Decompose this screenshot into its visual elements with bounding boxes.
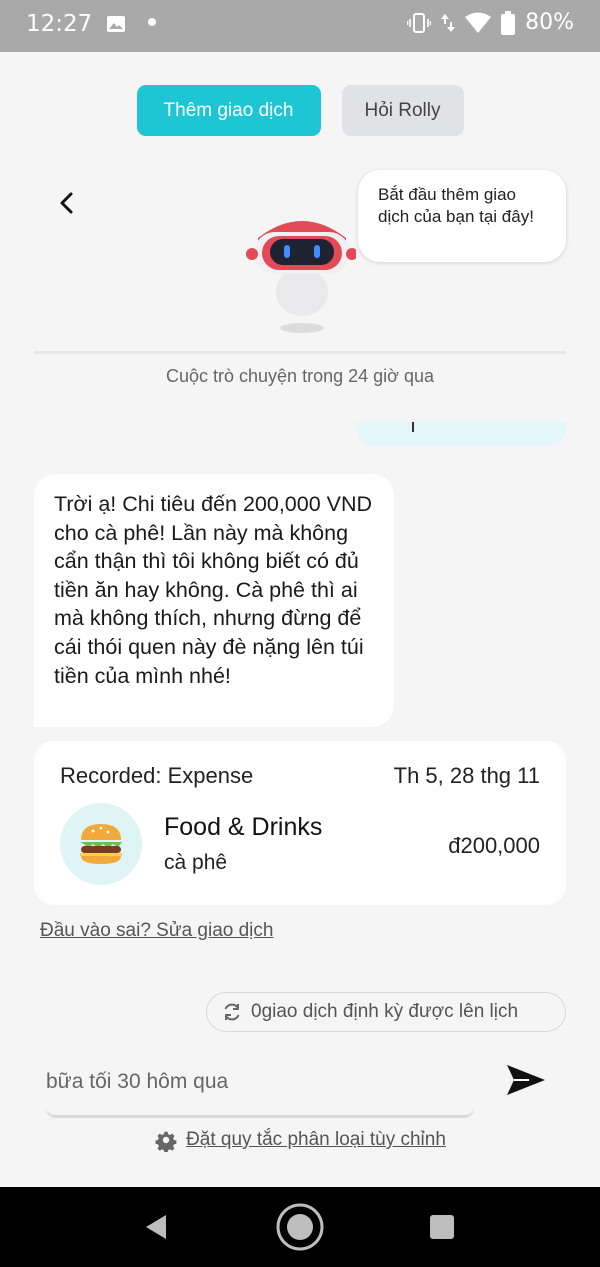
gallery-icon: [107, 16, 125, 32]
history-label: Cuộc trò chuyện trong 24 giờ qua: [166, 366, 434, 386]
category-icon-circle: [60, 803, 142, 885]
category-name: Food & Drinks: [164, 813, 323, 841]
notification-dot: [148, 18, 156, 26]
tab-ask-rolly[interactable]: Hỏi Rolly: [341, 85, 464, 136]
back-triangle-icon[interactable]: [142, 1213, 170, 1241]
transaction-amount: đ200,000: [448, 833, 540, 858]
transaction-note: cà phê: [164, 851, 228, 874]
recurring-chip-label: 0giao dịch định kỳ được lên lịch: [251, 1001, 519, 1022]
chat-input[interactable]: [46, 1058, 474, 1106]
battery-icon: [501, 10, 516, 35]
back-chevron-icon[interactable]: [52, 188, 82, 218]
send-icon[interactable]: [505, 1062, 547, 1098]
custom-rules-label: Đặt quy tắc phân loại tùy chỉnh: [186, 1129, 446, 1150]
gear-icon: [155, 1131, 177, 1152]
recents-square-icon[interactable]: [429, 1214, 455, 1240]
transaction-card[interactable]: Recorded: Expense Th 5, 28 thg 11 Food &…: [34, 741, 566, 905]
status-time: 12:27: [26, 11, 93, 37]
vibrate-icon: [407, 12, 432, 33]
refresh-icon: [224, 1003, 240, 1021]
system-nav-bar: [0, 1187, 600, 1267]
battery-percent: 80%: [525, 10, 574, 35]
tab-add-transaction[interactable]: Thêm giao dịch: [136, 85, 321, 136]
status-icons: 80%: [407, 10, 574, 35]
data-arrows-icon: [441, 13, 456, 32]
wifi-icon: [465, 12, 492, 33]
edit-transaction-link[interactable]: Đầu vào sai? Sửa giao dịch: [40, 920, 273, 942]
assistant-message: Trời ạ! Chi tiêu đến 200,000 VND cho cà …: [34, 474, 394, 727]
chat-input-wrapper: [46, 1058, 474, 1118]
assistant-hint-bubble: Bắt đầu thêm giao dịch của bạn tại đây!: [358, 170, 566, 262]
recorded-label: Recorded: Expense: [60, 763, 254, 788]
status-bar: 12:27 80%: [0, 0, 600, 52]
custom-rules-link[interactable]: Đặt quy tắc phân loại tùy chỉnh: [0, 1128, 600, 1152]
rolly-robot-avatar: [246, 221, 356, 333]
burger-icon: [80, 824, 122, 864]
previous-user-message: [356, 422, 566, 446]
mode-tabs: Thêm giao dịch Hỏi Rolly: [0, 85, 600, 136]
transaction-date: Th 5, 28 thg 11: [393, 763, 540, 788]
home-circle-icon[interactable]: [275, 1202, 325, 1252]
recurring-transactions-chip[interactable]: 0giao dịch định kỳ được lên lịch: [206, 992, 566, 1032]
header-divider: [34, 351, 566, 354]
